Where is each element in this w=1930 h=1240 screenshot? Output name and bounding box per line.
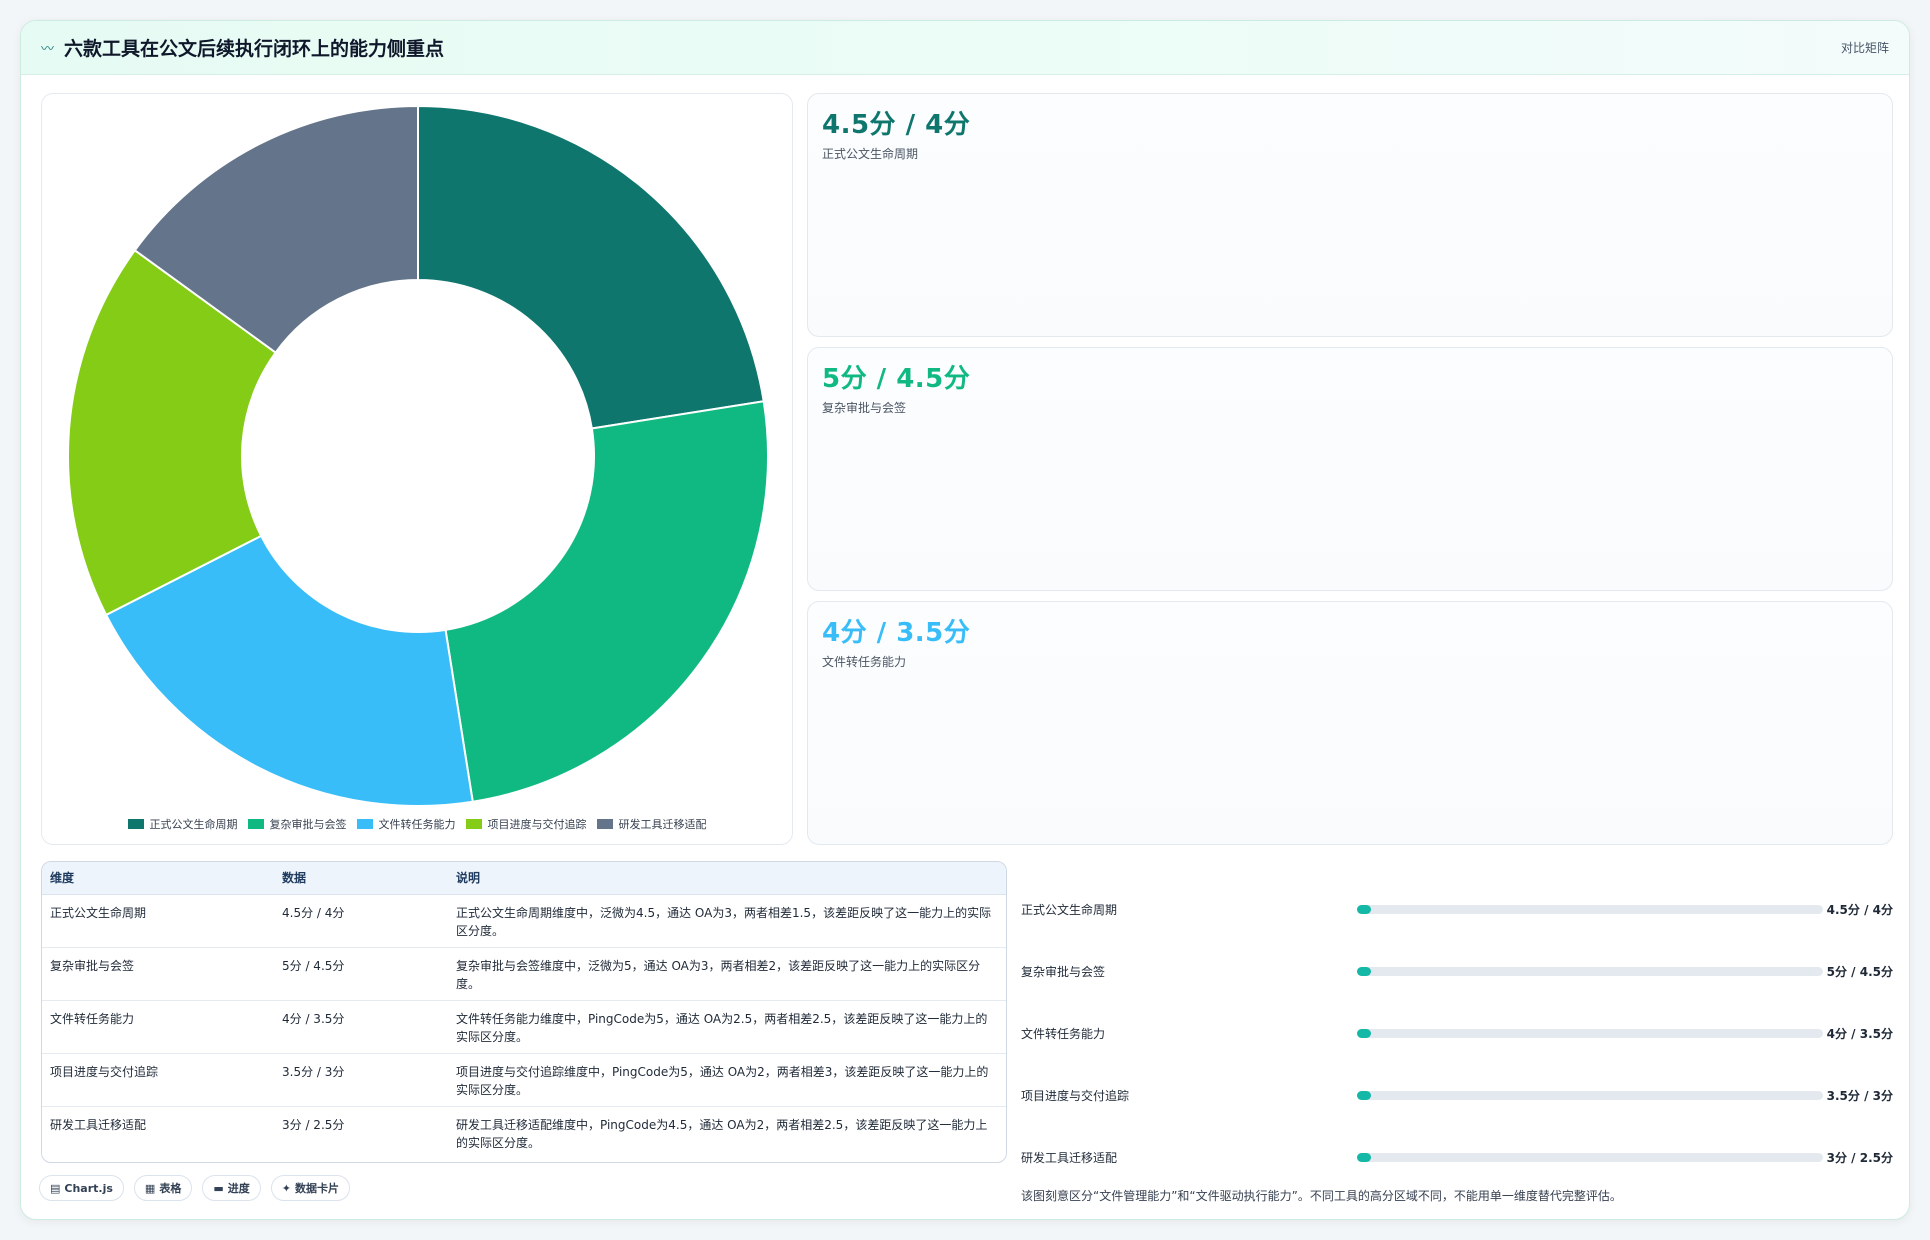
donut-chart-card: 正式公文生命周期 复杂审批与会签 文件转任务能力 项目进度与交付追踪 研发工具迁移适配 — [41, 93, 793, 845]
stat-card: 4.5分 / 4分 正式公文生命周期 — [807, 93, 1893, 337]
progress-value: 3.5分 / 3分 — [1826, 1088, 1893, 1103]
progress-row: 文件转任务能力 4分 / 3.5分 — [1021, 1023, 1893, 1043]
chip-label: 数据卡片 — [294, 1182, 339, 1195]
stat-card: 5分 / 4.5分 复杂审批与会签 — [807, 347, 1893, 591]
panel-header: 〰 六款工具在公文后续执行闭环上的能力侧重点 对比矩阵 — [21, 21, 1909, 75]
legend-swatch — [247, 819, 264, 829]
donut-chart — [67, 104, 769, 806]
stat-value: 4.5分 / 4分 — [822, 110, 971, 140]
progress-icon: ▬ — [213, 1181, 224, 1195]
progress-value: 4.5分 / 4分 — [1826, 902, 1893, 917]
progress-row: 复杂审批与会签 5分 / 4.5分 — [1021, 961, 1893, 981]
cell-dimension: 研发工具迁移适配 — [50, 1117, 147, 1132]
table-row: 复杂审批与会签 5分 / 4.5分 复杂审批与会签维度中，泛微为5，通达 OA为… — [42, 947, 1006, 1001]
cell-description: 复杂审批与会签维度中，泛微为5，通达 OA为3，两者相差2，该差距反映了这一能力… — [448, 947, 1006, 1001]
footnote: 该图刻意区分“文件管理能力”和“文件驱动执行能力”。不同工具的高分区域不同，不能… — [1021, 1189, 1622, 1203]
column-header: 数据 — [274, 862, 448, 895]
cell-data: 3分 / 2.5分 — [282, 1117, 345, 1132]
progress-fill — [1357, 966, 1371, 976]
donut-slice[interactable] — [444, 400, 769, 803]
legend-label: 研发工具迁移适配 — [618, 818, 707, 831]
cell-dimension: 正式公文生命周期 — [42, 894, 274, 948]
chip-label: 进度 — [227, 1182, 250, 1195]
cell-data: 3.5分 / 3分 — [274, 1053, 448, 1107]
legend-label: 项目进度与交付追踪 — [487, 818, 587, 831]
stat-value: 5分 / 4.5分 — [822, 364, 971, 394]
progress-value: 5分 / 4.5分 — [1826, 964, 1893, 979]
legend-swatch — [356, 819, 373, 829]
table-icon: ▦ — [144, 1181, 156, 1195]
legend-item[interactable]: 正式公文生命周期 — [127, 816, 238, 832]
progress-track — [1357, 1152, 1823, 1162]
cell-data: 4分 / 3.5分 — [274, 1000, 448, 1054]
card-icon: ✦ — [281, 1181, 291, 1195]
legend-item[interactable]: 研发工具迁移适配 — [596, 816, 707, 832]
cell-description: 研发工具迁移适配维度中，PingCode为4.5，通达 OA为2，两者相差2.5… — [456, 1117, 988, 1150]
chart-legend: 正式公文生命周期 复杂审批与会签 文件转任务能力 项目进度与交付追踪 研发工具迁移适配 — [42, 816, 792, 832]
cell-data: 4.5分 / 4分 — [274, 894, 448, 948]
table-row: 正式公文生命周期 4.5分 / 4分 正式公文生命周期维度中，泛微为4.5，通达… — [42, 894, 1006, 948]
progress-row: 正式公文生命周期 4.5分 / 4分 — [1021, 899, 1893, 919]
cell-description: 文件转任务能力维度中，PingCode为5，通达 OA为2.5，两者相差2.5，… — [448, 1000, 1006, 1054]
legend-swatch — [596, 819, 613, 829]
progress-row: 研发工具迁移适配 3分 / 2.5分 — [1021, 1147, 1893, 1167]
report-panel: 〰 六款工具在公文后续执行闭环上的能力侧重点 对比矩阵 正式公文生命周期 复杂审批… — [20, 20, 1910, 1220]
chip-label: Chart.js — [64, 1181, 113, 1195]
chip-table[interactable]: ▦ 表格 — [133, 1175, 193, 1201]
chip-data-card[interactable]: ✦ 数据卡片 — [270, 1175, 350, 1201]
cell-description: 项目进度与交付追踪维度中，PingCode为5，通达 OA为2，两者相差3，该差… — [448, 1053, 1006, 1107]
stat-label: 正式公文生命周期 — [822, 147, 919, 161]
progress-label: 文件转任务能力 — [1021, 1026, 1106, 1041]
progress-label: 项目进度与交付追踪 — [1021, 1088, 1130, 1103]
data-table: 维度 数据 说明 正式公文生命周期 4.5分 / 4分 正式公文生命周期维度中，… — [41, 861, 1007, 1163]
table-row: 研发工具迁移适配 3分 / 2.5分 研发工具迁移适配维度中，PingCode为… — [42, 1106, 1006, 1159]
cell-description: 正式公文生命周期维度中，泛微为4.5，通达 OA为3，两者相差1.5，该差距反映… — [448, 894, 1006, 948]
cell-dimension: 文件转任务能力 — [42, 1000, 274, 1054]
tech-chips: ▤ Chart.js ▦ 表格 ▬ 进度 ✦ 数据卡片 — [39, 1175, 350, 1201]
progress-row: 项目进度与交付追踪 3.5分 / 3分 — [1021, 1085, 1893, 1105]
legend-item[interactable]: 项目进度与交付追踪 — [465, 816, 587, 832]
progress-fill — [1357, 904, 1371, 914]
progress-fill — [1357, 1090, 1371, 1100]
progress-fill — [1357, 1152, 1371, 1162]
progress-label: 复杂审批与会签 — [1021, 964, 1106, 979]
chip-progress[interactable]: ▬ 进度 — [202, 1175, 261, 1201]
table-row: 项目进度与交付追踪 3.5分 / 3分 项目进度与交付追踪维度中，PingCod… — [42, 1053, 1006, 1107]
header-tag: 对比矩阵 — [1840, 41, 1889, 55]
stat-label: 复杂审批与会签 — [822, 401, 907, 415]
chip-label: 表格 — [159, 1182, 182, 1195]
legend-label: 文件转任务能力 — [378, 818, 456, 831]
stat-value: 4分 / 3.5分 — [822, 618, 971, 648]
progress-track — [1357, 1028, 1823, 1038]
progress-track — [1357, 1090, 1823, 1100]
donut-slice[interactable] — [417, 104, 765, 430]
chart-icon: ▤ — [50, 1181, 61, 1195]
table-header-row: 维度 数据 说明 — [42, 862, 1006, 895]
legend-item[interactable]: 文件转任务能力 — [356, 816, 456, 832]
progress-value: 4分 / 3.5分 — [1826, 1026, 1893, 1041]
stat-label: 文件转任务能力 — [822, 655, 907, 669]
progress-label: 正式公文生命周期 — [1021, 902, 1118, 917]
legend-swatch — [465, 819, 482, 829]
legend-label: 复杂审批与会签 — [269, 818, 347, 831]
column-header: 说明 — [448, 862, 1006, 895]
column-header: 维度 — [42, 862, 274, 895]
cell-dimension: 项目进度与交付追踪 — [42, 1053, 274, 1107]
progress-fill — [1357, 1028, 1371, 1038]
legend-item[interactable]: 复杂审批与会签 — [247, 816, 347, 832]
page-title: 六款工具在公文后续执行闭环上的能力侧重点 — [64, 38, 445, 60]
progress-label: 研发工具迁移适配 — [1021, 1150, 1118, 1165]
legend-label: 正式公文生命周期 — [149, 818, 238, 831]
cell-dimension: 复杂审批与会签 — [42, 947, 274, 1001]
progress-track — [1357, 966, 1823, 976]
stat-card: 4分 / 3.5分 文件转任务能力 — [807, 601, 1893, 845]
legend-swatch — [127, 819, 144, 829]
cell-data: 5分 / 4.5分 — [274, 947, 448, 1001]
wave-icon: 〰 — [41, 42, 55, 57]
table-row: 文件转任务能力 4分 / 3.5分 文件转任务能力维度中，PingCode为5，… — [42, 1000, 1006, 1054]
progress-value: 3分 / 2.5分 — [1826, 1150, 1893, 1165]
progress-track — [1357, 904, 1823, 914]
chip-chartjs[interactable]: ▤ Chart.js — [39, 1175, 124, 1201]
